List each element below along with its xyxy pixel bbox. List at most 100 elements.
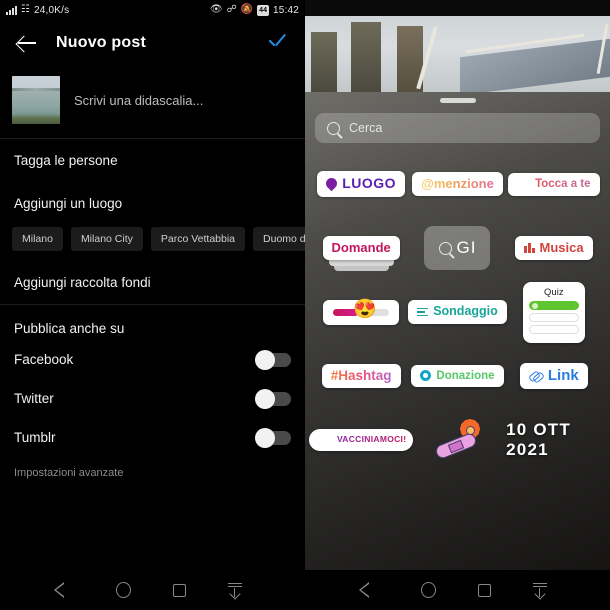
- sticker-hashtag[interactable]: #Hashtag: [321, 363, 401, 389]
- sticker-vacciniamoci[interactable]: VACCINIAMOCI!: [308, 429, 414, 451]
- donation-icon: [420, 370, 432, 382]
- sticker-emoji-slider[interactable]: 😍: [323, 299, 400, 325]
- sticker-cell: GI: [410, 221, 505, 275]
- back-icon[interactable]: [54, 582, 74, 598]
- caption-row[interactable]: Scrivi una didascalia...: [0, 66, 305, 138]
- sticker-quiz[interactable]: Quiz: [522, 281, 585, 343]
- status-bar-right: 👁 ☍ 🔕 44 15:42: [209, 4, 299, 16]
- network-speed-text: 24,0K/s: [33, 4, 70, 16]
- download-icon[interactable]: [533, 582, 547, 600]
- toggle-row-facebook[interactable]: Facebook: [0, 340, 305, 379]
- sticker-domande[interactable]: Domande: [322, 235, 400, 272]
- sticker-cell: LUOGO: [313, 157, 408, 211]
- toggle-row-tumblr[interactable]: Tumblr: [0, 418, 305, 457]
- sticker-row: 😍 Sondaggio Quiz: [313, 281, 602, 343]
- home-icon[interactable]: [421, 582, 436, 598]
- caption-placeholder[interactable]: Scrivi una didascalia...: [74, 93, 203, 108]
- sticker-menzione[interactable]: @menzione: [412, 171, 503, 197]
- download-icon[interactable]: [228, 582, 242, 600]
- slider-track: 😍: [333, 300, 390, 319]
- location-chips: Milano Milano City Parco Vettabbia Duomo…: [0, 225, 305, 261]
- sticker-label: LUOGO: [342, 175, 397, 192]
- sticker-label: Musica: [539, 239, 584, 255]
- bandage-flower-icon[interactable]: [431, 417, 483, 463]
- sticker-cell: Link: [506, 349, 601, 403]
- recents-icon[interactable]: [173, 583, 186, 597]
- sticker-cell: Tocca a te: [506, 157, 601, 211]
- screenshot-root: ☷ 24,0K/s 👁 ☍ 🔕 44 15:42 Nuovo post Scri…: [0, 0, 610, 610]
- sticker-label: GI: [456, 238, 477, 257]
- camera-icon: [517, 178, 530, 191]
- battery-icon: 44: [257, 4, 269, 16]
- sticker-tocca-a-te[interactable]: Tocca a te: [508, 172, 600, 196]
- drag-handle[interactable]: [439, 98, 476, 103]
- sticker-label: Domande: [331, 239, 391, 255]
- toggle-label: Facebook: [14, 352, 74, 367]
- facebook-toggle[interactable]: [255, 349, 291, 370]
- nav-bar-right: [305, 570, 610, 610]
- home-icon[interactable]: [116, 582, 131, 598]
- signal-bars-icon: [6, 5, 17, 15]
- sticker-luogo[interactable]: LUOGO: [317, 171, 406, 197]
- sticker-label: #Hashtag: [330, 367, 392, 383]
- sticker-cell: [410, 413, 505, 467]
- location-chip[interactable]: Duomo di M: [253, 227, 305, 251]
- sticker-gif-search[interactable]: GI: [424, 226, 491, 270]
- row-add-location[interactable]: Aggiungi un luogo: [0, 182, 305, 225]
- back-icon[interactable]: [359, 582, 379, 598]
- page-title: Nuovo post: [56, 34, 146, 51]
- toggle-label: Tumblr: [14, 430, 56, 445]
- story-background-photo: [305, 16, 610, 92]
- sticker-sondaggio[interactable]: Sondaggio: [408, 300, 507, 324]
- left-panel-new-post: ☷ 24,0K/s 👁 ☍ 🔕 44 15:42 Nuovo post Scri…: [0, 0, 305, 610]
- sticker-donazione[interactable]: Donazione: [411, 364, 504, 388]
- sticker-cell: VACCINIAMOCI!: [308, 413, 414, 467]
- sticker-link[interactable]: Link: [519, 362, 588, 390]
- share-section-title: Pubblica anche su: [14, 321, 125, 336]
- heart-eyes-emoji-icon: 😍: [353, 298, 377, 320]
- sticker-cell: Musica: [506, 221, 601, 275]
- sticker-cell: Donazione: [410, 349, 505, 403]
- sticker-cell: Domande: [313, 221, 408, 275]
- sticker-cell: Quiz: [506, 281, 601, 343]
- location-chip[interactable]: Milano: [12, 227, 63, 251]
- eye-icon: 👁: [209, 4, 223, 15]
- quiz-option: [528, 324, 579, 334]
- confirm-check-icon[interactable]: [265, 31, 289, 55]
- row-add-fundraiser[interactable]: Aggiungi raccolta fondi: [0, 261, 305, 304]
- sticker-label: Donazione: [436, 369, 495, 382]
- sticker-musica[interactable]: Musica: [515, 235, 593, 261]
- heart-badge-icon: [316, 432, 332, 448]
- clock-text: 15:42: [272, 4, 299, 16]
- mute-bell-icon: 🔕: [240, 4, 254, 15]
- location-chip[interactable]: Parco Vettabbia: [150, 227, 246, 251]
- sticker-cell: Sondaggio: [408, 285, 507, 339]
- post-thumbnail[interactable]: [12, 76, 60, 124]
- recents-icon[interactable]: [478, 583, 491, 597]
- row-tag-people[interactable]: Tagga le persone: [0, 139, 305, 182]
- bluetooth-icon: ☍: [226, 4, 237, 15]
- search-input[interactable]: Cerca: [315, 113, 600, 143]
- sticker-tray-sheet: Cerca LUOGO @menzione Tocca a te Domande…: [305, 92, 610, 570]
- sticker-date[interactable]: 10 OTT 2021: [506, 420, 601, 460]
- search-icon: [438, 241, 452, 255]
- twitter-toggle[interactable]: [255, 388, 291, 409]
- sticker-label: Link: [547, 366, 579, 384]
- back-arrow-icon[interactable]: [16, 32, 38, 54]
- app-bar: Nuovo post: [0, 20, 305, 66]
- sticker-row: #Hashtag Donazione Link: [313, 349, 602, 403]
- search-icon: [327, 121, 340, 135]
- sticker-cell: 😍: [313, 285, 408, 339]
- equalizer-icon: [524, 242, 535, 253]
- toggle-row-twitter[interactable]: Twitter: [0, 379, 305, 418]
- tumblr-toggle[interactable]: [255, 427, 291, 448]
- wifi-icon: ☷: [21, 4, 30, 15]
- advanced-settings-link[interactable]: Impostazioni avanzate: [0, 457, 305, 489]
- quiz-option-correct: [528, 300, 579, 310]
- right-panel-sticker-tray: Cerca LUOGO @menzione Tocca a te Domande…: [305, 0, 610, 610]
- sticker-grid: LUOGO @menzione Tocca a te Domande GI Mu…: [305, 143, 610, 467]
- location-chip[interactable]: Milano City: [70, 227, 143, 251]
- quiz-option: [528, 312, 579, 322]
- sticker-label: VACCINIAMOCI!: [336, 434, 407, 445]
- sticker-row: LUOGO @menzione Tocca a te: [313, 157, 602, 211]
